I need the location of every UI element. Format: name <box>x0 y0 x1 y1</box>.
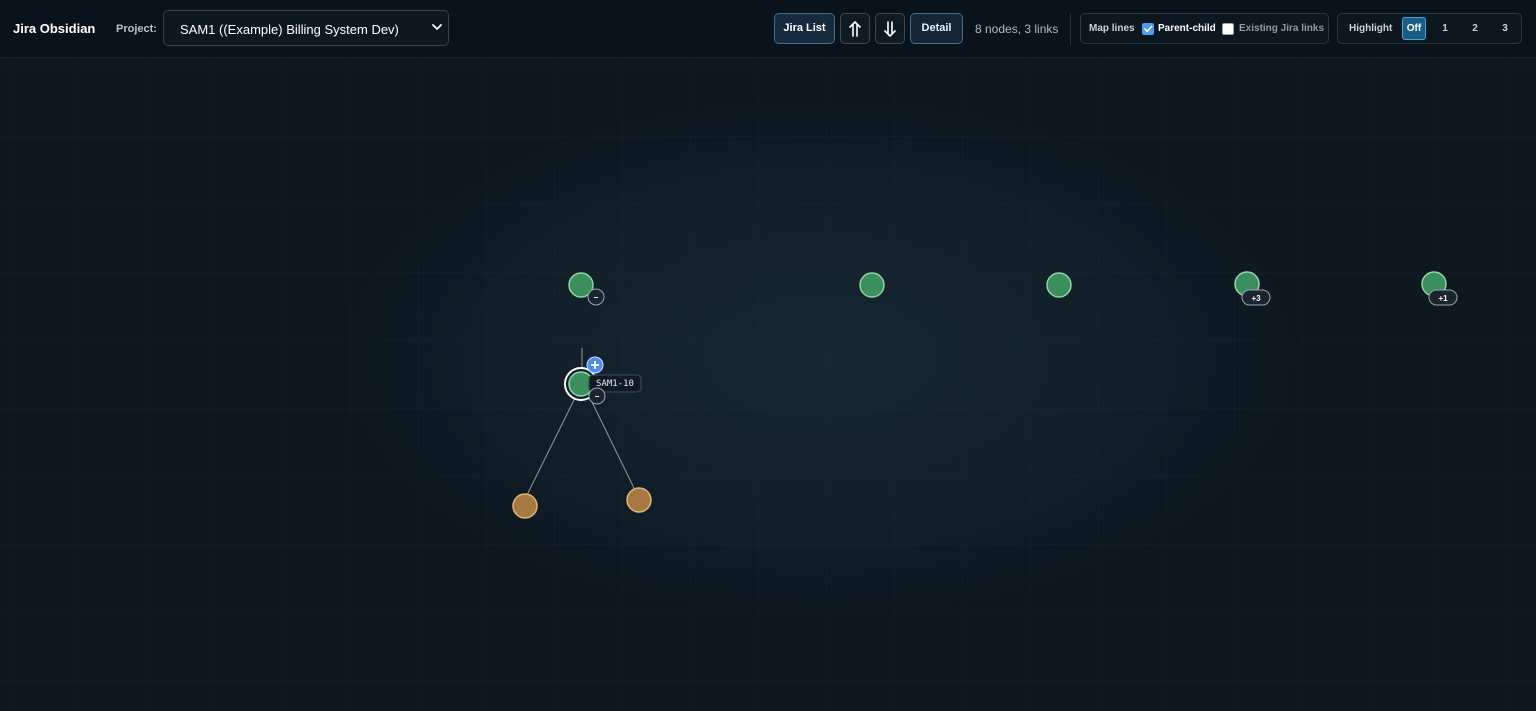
hidden-count-badge-label: +3 <box>1251 294 1261 303</box>
hidden-count-badge-label: +1 <box>1438 294 1448 303</box>
minus-icon-label: − <box>595 392 600 401</box>
issue-graph[interactable]: − +3 +1 SAM1-10 − <box>0 0 1536 711</box>
collapse-badge-label: − <box>594 293 599 302</box>
graph-node-story[interactable] <box>1046 272 1072 298</box>
graph-node-story[interactable] <box>859 272 885 298</box>
graph-edge <box>526 397 576 496</box>
graph-edge <box>589 397 636 491</box>
selected-node-label: SAM1-10 <box>596 379 634 389</box>
graph-node-subtask[interactable] <box>626 487 652 513</box>
graph-node-subtask[interactable] <box>512 493 538 519</box>
